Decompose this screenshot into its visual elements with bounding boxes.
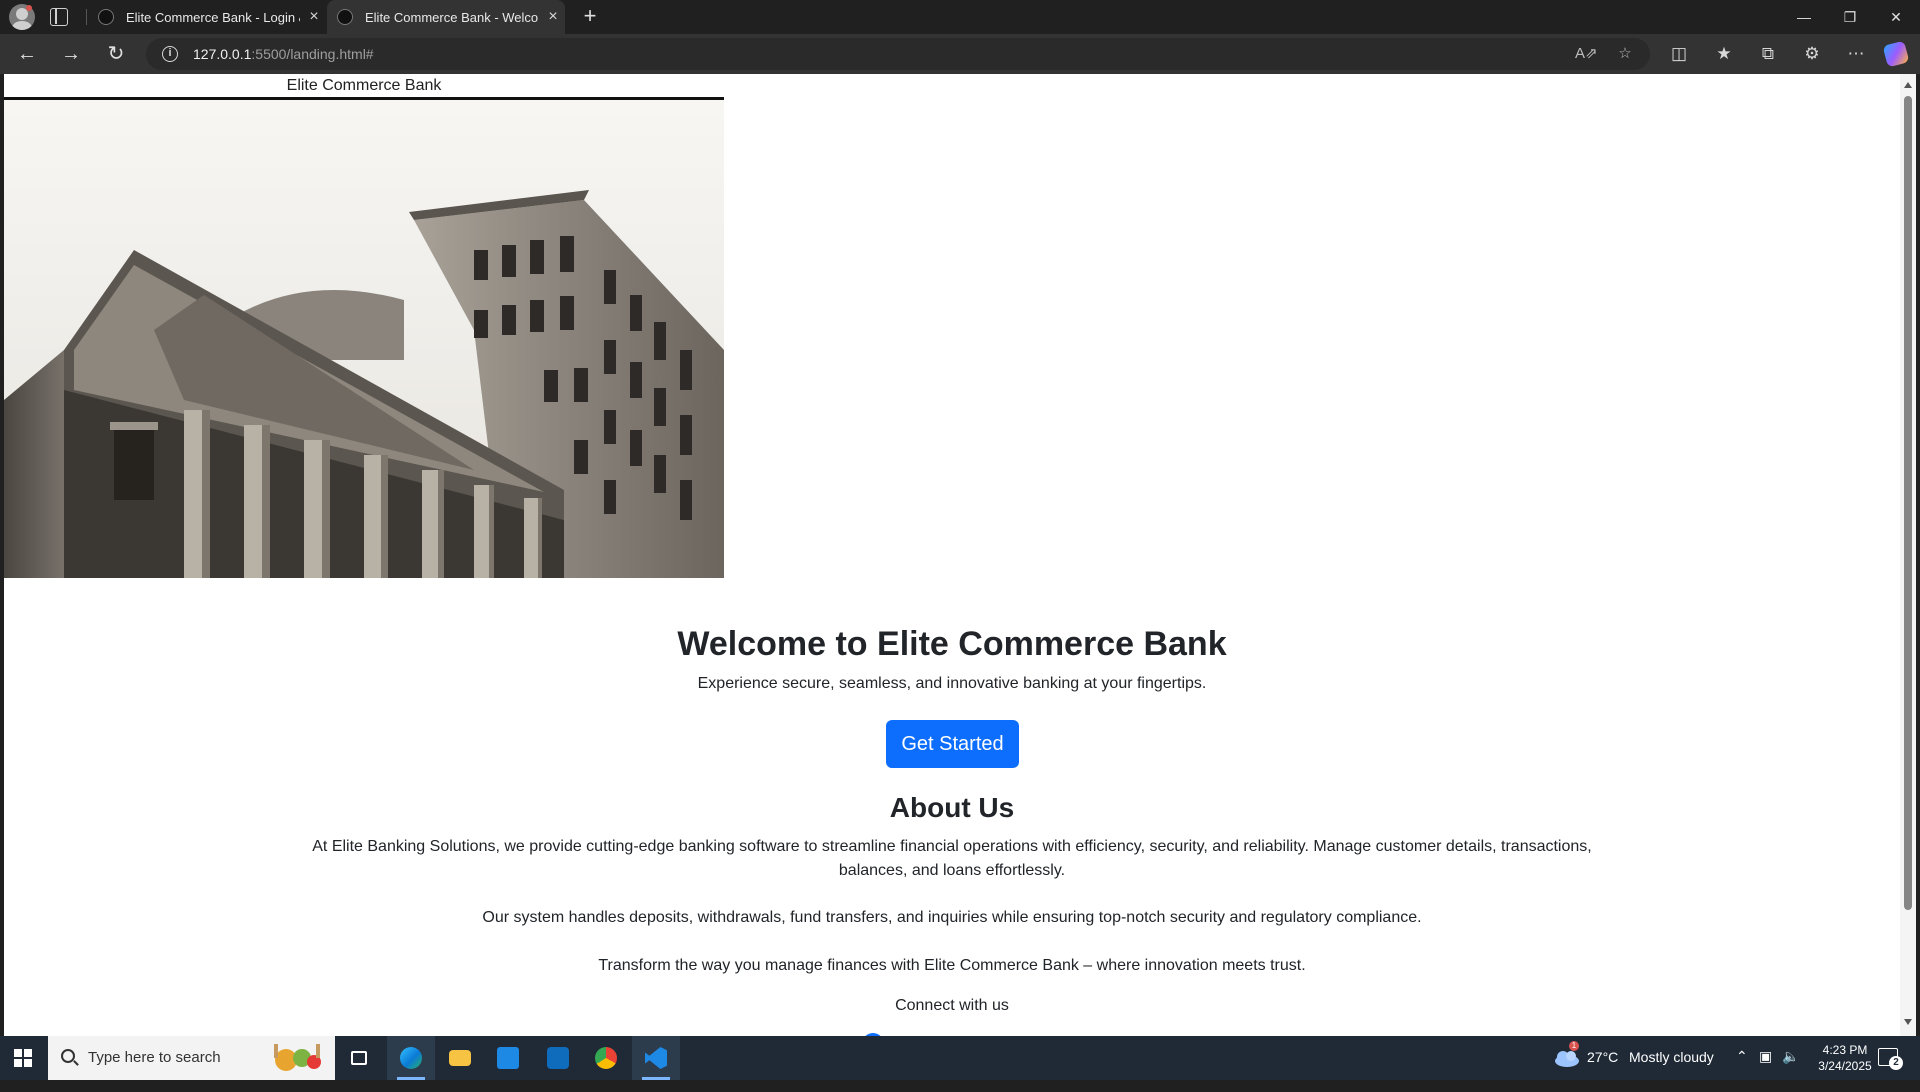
about-paragraph-1: At Elite Banking Solutions, we provide c… bbox=[312, 838, 1592, 879]
search-icon bbox=[61, 1049, 75, 1063]
tagline-text: Experience secure, seamless, and innovat… bbox=[697, 675, 1207, 692]
page-scrollbar[interactable] bbox=[1900, 74, 1916, 1036]
search-highlight-art-icon bbox=[274, 1044, 321, 1071]
tab-title: Elite Commerce Bank - Login & Si bbox=[126, 9, 300, 25]
close-icon[interactable]: × bbox=[545, 9, 561, 25]
reload-icon[interactable]: ↻ bbox=[103, 42, 129, 66]
scroll-down-arrow-icon[interactable] bbox=[1904, 1019, 1912, 1025]
task-view-icon[interactable] bbox=[335, 1036, 383, 1080]
tab-favicon-icon bbox=[337, 9, 353, 25]
about-us-heading: About Us bbox=[889, 792, 1015, 823]
microsoft-store-icon[interactable] bbox=[484, 1036, 532, 1080]
scroll-thumb[interactable] bbox=[1904, 96, 1912, 910]
weather-desc: Mostly cloudy bbox=[1629, 1049, 1714, 1065]
tab-separator bbox=[86, 9, 87, 25]
extensions-icon[interactable]: ⚙ bbox=[1800, 42, 1824, 66]
taskbar-search-box[interactable]: Type here to search bbox=[48, 1036, 335, 1080]
minimize-icon[interactable]: — bbox=[1792, 6, 1816, 28]
close-icon[interactable]: × bbox=[306, 9, 322, 25]
site-info-icon[interactable]: i bbox=[162, 46, 178, 62]
system-clock[interactable]: 4:23 PM 3/24/2025 bbox=[1800, 1042, 1890, 1074]
connect-with-us-label: Connect with us bbox=[895, 997, 1009, 1014]
favorite-star-icon[interactable]: ☆ bbox=[1615, 44, 1635, 64]
scroll-up-arrow-icon[interactable] bbox=[1904, 82, 1912, 88]
cloud-icon bbox=[1555, 1051, 1579, 1067]
weather-temp: 27°C bbox=[1587, 1049, 1619, 1065]
forward-arrow-icon[interactable]: → bbox=[58, 42, 84, 66]
volume-icon[interactable]: 🔈 bbox=[1782, 1048, 1799, 1092]
network-icon[interactable]: ▣ bbox=[1759, 1048, 1772, 1092]
url-text[interactable]: 127.0.0.1:5500/landing.html# bbox=[193, 46, 374, 62]
browser-toolbar: ← → ↻ i 127.0.0.1:5500/landing.html# A⇗ … bbox=[0, 34, 1920, 74]
split-screen-icon[interactable]: ◫ bbox=[1667, 42, 1691, 66]
page-viewport: Elite Commerce Bank Welcome to Elite Com… bbox=[4, 74, 1900, 1036]
new-tab-plus-icon[interactable]: + bbox=[578, 5, 602, 29]
edge-taskbar-icon[interactable] bbox=[387, 1036, 435, 1080]
chevron-up-icon[interactable]: ⌃ bbox=[1736, 1048, 1748, 1092]
tab-actions-icon[interactable] bbox=[50, 8, 68, 26]
hero-image bbox=[4, 100, 724, 578]
clock-time: 4:23 PM bbox=[1822, 1043, 1868, 1057]
chrome-icon[interactable] bbox=[582, 1036, 630, 1080]
tab-welcome[interactable]: Elite Commerce Bank - Welcome × bbox=[327, 0, 565, 34]
tab-favicon-icon bbox=[98, 9, 114, 25]
browser-tab-bar: Elite Commerce Bank - Login & Si × Elite… bbox=[0, 0, 1920, 34]
welcome-title: Welcome to Elite Commerce Bank bbox=[677, 625, 1227, 663]
collections-icon[interactable]: ⧉ bbox=[1756, 42, 1780, 66]
window-edge bbox=[1916, 74, 1920, 1036]
tab-login[interactable]: Elite Commerce Bank - Login & Si × bbox=[88, 0, 324, 34]
notification-count-badge: 2 bbox=[1889, 1056, 1903, 1070]
windows-taskbar: Type here to search 1 27°C Mostly cloudy… bbox=[0, 1036, 1920, 1080]
file-explorer-icon[interactable] bbox=[436, 1036, 484, 1080]
brand-header: Elite Commerce Bank bbox=[4, 74, 724, 100]
back-arrow-icon[interactable]: ← bbox=[14, 42, 40, 66]
more-menu-icon[interactable]: ⋯ bbox=[1844, 42, 1868, 66]
close-window-icon[interactable]: ✕ bbox=[1884, 6, 1908, 28]
about-paragraph-3: Transform the way you manage finances wi… bbox=[598, 957, 1306, 974]
clock-date: 3/24/2025 bbox=[1818, 1059, 1872, 1073]
about-paragraph-2: Our system handles deposits, withdrawals… bbox=[482, 909, 1422, 926]
vscode-icon[interactable] bbox=[632, 1036, 680, 1080]
read-aloud-icon[interactable]: A⇗ bbox=[1575, 44, 1598, 64]
get-started-button[interactable]: Get Started bbox=[886, 720, 1019, 768]
weather-alert-badge: 1 bbox=[1569, 1041, 1579, 1051]
outlook-icon[interactable] bbox=[534, 1036, 582, 1080]
tab-title: Elite Commerce Bank - Welcome bbox=[365, 9, 539, 25]
restore-icon[interactable]: ❐ bbox=[1838, 6, 1862, 28]
favorites-icon[interactable]: ★ bbox=[1712, 42, 1736, 66]
profile-notification-dot bbox=[26, 5, 32, 11]
address-bar[interactable]: i 127.0.0.1:5500/landing.html# A⇗ ☆ bbox=[146, 38, 1650, 70]
windows-start-icon[interactable] bbox=[14, 1049, 32, 1067]
search-placeholder: Type here to search bbox=[88, 1049, 221, 1066]
